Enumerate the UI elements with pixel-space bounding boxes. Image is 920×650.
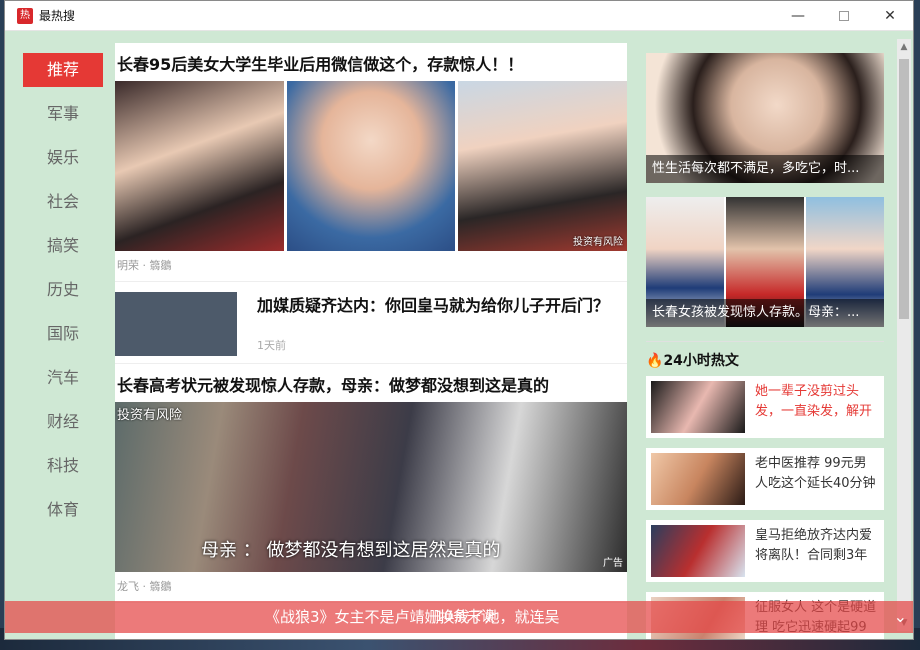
news-ticker-bar[interactable]: 《战狼3》女主不是卢靖姗换成了她，就连吴 10条未读 ⌄ [5, 601, 913, 633]
close-button[interactable]: ✕ [867, 1, 913, 31]
hot-thumbnail[interactable] [651, 381, 745, 433]
nav-item-military[interactable]: 军事 [23, 97, 103, 141]
fire-icon: 🔥 [646, 353, 664, 369]
risk-watermark: 投资有风险 [117, 408, 183, 423]
nav-item-history[interactable]: 历史 [23, 273, 103, 317]
app-logo-icon: 热 [17, 7, 33, 24]
nav-item-international[interactable]: 国际 [23, 317, 103, 361]
hot-thumbnail[interactable] [651, 525, 745, 577]
hot-list-item[interactable]: 她一辈子没剪过头发，一直染发，解开 [646, 376, 884, 438]
article-meta: 明荣 · 篛鶵 [115, 251, 627, 282]
promo-caption[interactable]: 长春女孩被发现惊人存款。母亲：... [646, 299, 884, 327]
vertical-scrollbar[interactable]: ▲ ▼ [897, 39, 911, 631]
nav-item-sports[interactable]: 体育 [23, 493, 103, 537]
promo-card[interactable]: 长春女孩被发现惊人存款。母亲：... [646, 197, 884, 327]
article-image[interactable] [286, 81, 456, 251]
content-area: 推荐 军事 娱乐 社会 搞笑 历史 国际 汽车 财经 科技 体育 长春95后美女… [5, 31, 913, 639]
promo-card[interactable]: 性生活每次都不满足，多吃它，时... [646, 53, 884, 183]
article-image[interactable] [115, 81, 284, 251]
article-time: 1天前 [257, 339, 286, 352]
nav-item-funny[interactable]: 搞笑 [23, 229, 103, 273]
nav-item-society[interactable]: 社会 [23, 185, 103, 229]
image-caption: 母亲 ： 做梦都没有想到这居然是真的 [201, 540, 501, 561]
unread-count: 10条未读 [435, 609, 495, 625]
nav-item-entertainment[interactable]: 娱乐 [23, 141, 103, 185]
scroll-up-arrow-icon[interactable]: ▲ [897, 39, 911, 55]
article-title[interactable]: 加媒质疑齐达内：你回皇马就为给你儿子开后门？ [257, 292, 627, 316]
nav-item-recommend[interactable]: 推荐 [23, 53, 103, 87]
hot-item-title[interactable]: 皇马拒绝放齐达内爱将离队！合同剩3年 [745, 520, 884, 582]
article-title[interactable]: 长春高考状元被发现惊人存款，母亲：做梦都没想到这是真的 [115, 364, 627, 402]
chevron-down-icon[interactable]: ⌄ [894, 601, 907, 633]
hot-list-item[interactable]: 老中医推荐 99元男人吃这个延长40分钟 [646, 448, 884, 510]
promo-caption[interactable]: 性生活每次都不满足，多吃它，时... [646, 155, 884, 183]
article-card[interactable]: 长春95后美女大学生毕业后用微信做这个，存款惊人！！ 投资有风险 明荣 · 篛鶵 [115, 43, 628, 282]
hot-item-title[interactable]: 她一辈子没剪过头发，一直染发，解开 [745, 376, 884, 438]
article-meta: 龙飞 · 篛鶵 [115, 572, 627, 603]
ticker-text[interactable]: 《战狼3》女主不是卢靖姗换成了她，就连吴 [265, 601, 560, 633]
minimize-button[interactable]: — [775, 1, 821, 31]
hot-list-item[interactable]: 皇马拒绝放齐达内爱将离队！合同剩3年 [646, 520, 884, 582]
article-image[interactable]: 投资有风险 [458, 81, 628, 251]
hot-thumbnail[interactable] [651, 453, 745, 505]
scroll-thumb[interactable] [899, 59, 909, 319]
hot-item-title[interactable]: 老中医推荐 99元男人吃这个延长40分钟 [745, 448, 884, 510]
risk-watermark: 投资有风险 [573, 237, 624, 248]
article-card[interactable]: 长春高考状元被发现惊人存款，母亲：做梦都没想到这是真的 投资有风险 母亲 ： 做… [115, 364, 627, 603]
maximize-icon [839, 10, 849, 21]
category-nav: 推荐 军事 娱乐 社会 搞笑 历史 国际 汽车 财经 科技 体育 [23, 53, 103, 537]
ad-label: 广告 [603, 558, 623, 569]
hot-title-text: 24小时热文 [663, 353, 739, 369]
article-thumbnail[interactable] [115, 292, 237, 356]
title-bar: 热 最热搜 — ✕ [5, 1, 913, 31]
nav-item-finance[interactable]: 财经 [23, 405, 103, 449]
side-column: 性生活每次都不满足，多吃它，时... 长春女孩被发现惊人存款。母亲：... 🔥2… [646, 53, 884, 639]
nav-item-tech[interactable]: 科技 [23, 449, 103, 493]
app-window: 热 最热搜 — ✕ 推荐 军事 娱乐 社会 搞笑 历史 国际 汽车 财经 科技 … [4, 0, 914, 640]
news-feed: 长春95后美女大学生毕业后用微信做这个，存款惊人！！ 投资有风险 明荣 · 篛鶵… [115, 43, 628, 639]
article-title[interactable]: 长春95后美女大学生毕业后用微信做这个，存款惊人！！ [115, 43, 627, 81]
maximize-button[interactable] [821, 1, 867, 31]
article-image-row[interactable]: 投资有风险 [115, 81, 628, 251]
article-card[interactable]: 加媒质疑齐达内：你回皇马就为给你儿子开后门？ 1天前 [115, 282, 627, 364]
hot-section-title: 🔥24小时热文 [646, 341, 884, 376]
nav-item-auto[interactable]: 汽车 [23, 361, 103, 405]
article-image[interactable]: 投资有风险 母亲 ： 做梦都没有想到这居然是真的 广告 [115, 402, 627, 572]
window-title: 最热搜 [39, 9, 76, 23]
